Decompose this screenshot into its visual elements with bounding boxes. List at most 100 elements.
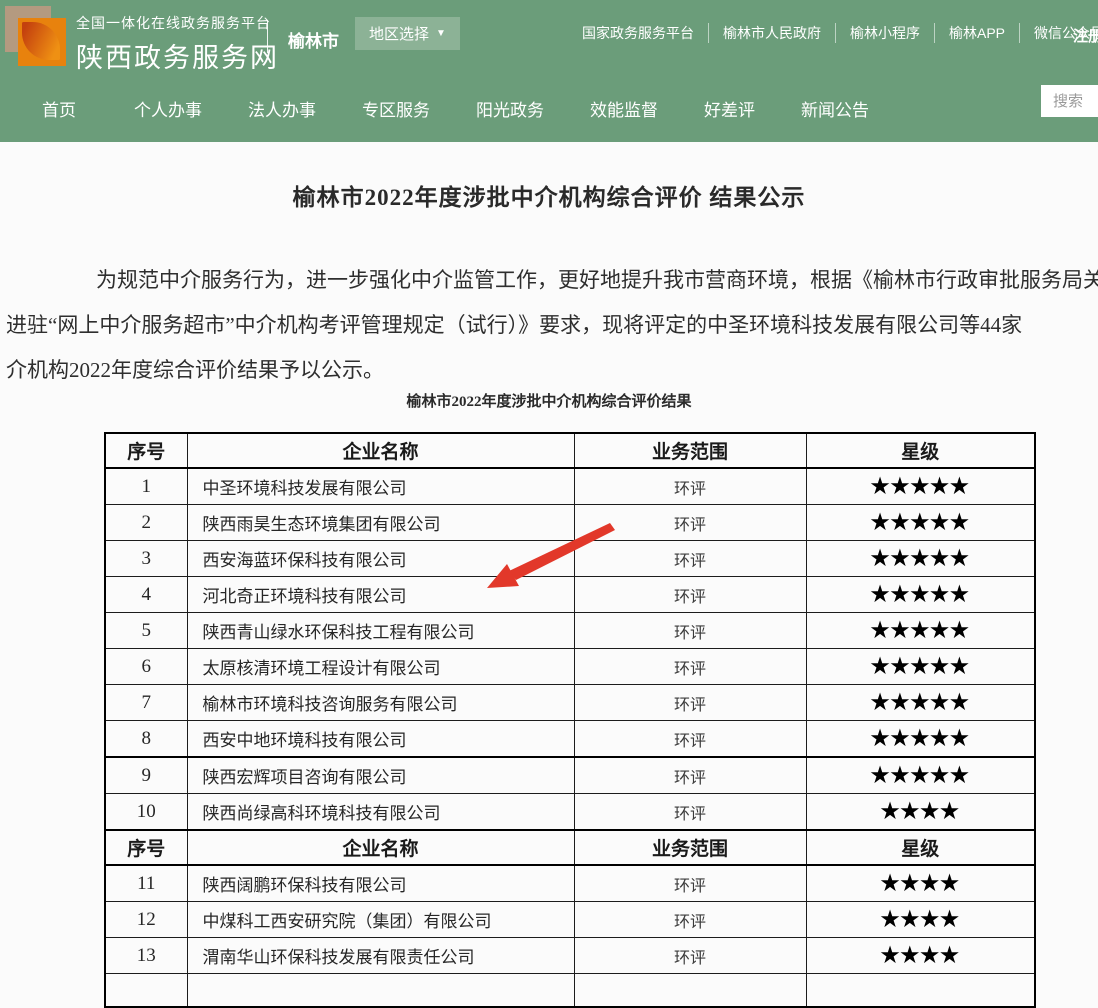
table-cell: 陕西阔鹏环保科技有限公司 (187, 865, 574, 902)
nav-item[interactable]: 好差评 (704, 96, 755, 121)
table-caption: 榆林市2022年度涉批中介机构综合评价结果 (0, 390, 1098, 411)
table-cell: 陕西尚绿高科环境科技有限公司 (187, 794, 574, 831)
table-cell: 西安海蓝环保科技有限公司 (187, 541, 574, 577)
top-link[interactable]: 榆林市人民政府 (708, 23, 835, 43)
table-cell: 13 (105, 938, 187, 974)
table-cell: 环评 (574, 757, 806, 794)
top-link[interactable]: 国家政务服务平台 (568, 23, 708, 43)
site-logo (5, 6, 67, 68)
table-header-cell: 序号 (105, 830, 187, 865)
table-cell: 渭南华山环保科技发展有限责任公司 (187, 938, 574, 974)
page-title: 榆林市2022年度涉批中介机构综合评价 结果公示 (0, 178, 1098, 212)
table-cell: 4 (105, 577, 187, 613)
top-link[interactable]: 榆林APP (934, 23, 1019, 43)
table-cell: ★★★★ (806, 938, 1035, 974)
page: { "brand": { "platform": "全国一体化在线政务服务平台"… (0, 0, 1098, 947)
platform-name: 全国一体化在线政务服务平台 (76, 13, 279, 33)
table-cell: 陕西宏辉项目咨询有限公司 (187, 757, 574, 794)
table-cell: 环评 (574, 721, 806, 758)
nav-item[interactable]: 法人办事 (248, 96, 316, 121)
table-header-cell: 企业名称 (187, 830, 574, 865)
table-cell: 10 (105, 794, 187, 831)
table-row: 5陕西青山绿水环保科技工程有限公司环评★★★★★ (105, 613, 1035, 649)
table-cell: 7 (105, 685, 187, 721)
table-row: 11陕西阔鹏环保科技有限公司环评★★★★ (105, 865, 1035, 902)
table-cell: 河北奇正环境科技有限公司 (187, 577, 574, 613)
table-row: 13渭南华山环保科技发展有限责任公司环评★★★★ (105, 938, 1035, 974)
table-cell: ★★★★★ (806, 541, 1035, 577)
paragraph-line: 介机构2022年度综合评价结果予以公示。 (6, 348, 1098, 393)
table-cell: 环评 (574, 505, 806, 541)
table-cell: 太原核清环境工程设计有限公司 (187, 649, 574, 685)
main-nav-bar: 首页 个人办事 法人办事 专区服务 阳光政务 效能监督 好差评 新闻公告 (0, 75, 1098, 142)
table-row: 6太原核清环境工程设计有限公司环评★★★★★ (105, 649, 1035, 685)
caret-down-icon: ▼ (436, 29, 446, 39)
table-row: 1中圣环境科技发展有限公司环评★★★★★ (105, 468, 1035, 505)
table-cell: 1 (105, 468, 187, 505)
nav-item[interactable]: 个人办事 (134, 96, 202, 121)
table-header-cell: 企业名称 (187, 433, 574, 468)
table-header-row: 序号企业名称业务范围星级 (105, 830, 1035, 865)
site-name: 陕西政务服务网 (76, 36, 279, 75)
nav-item[interactable]: 首页 (42, 96, 76, 121)
search-input[interactable] (1041, 85, 1098, 117)
table-cell (574, 974, 806, 1008)
announcement-document: 榆林市2022年度涉批中介机构综合评价 结果公示 为规范中介服务行为，进一步强化… (0, 142, 1098, 947)
table-header-cell: 星级 (806, 830, 1035, 865)
table-cell: 环评 (574, 902, 806, 938)
table-cell: 环评 (574, 613, 806, 649)
table-header-cell: 序号 (105, 433, 187, 468)
brand-divider (267, 20, 268, 53)
table-row: 2陕西雨昊生态环境集团有限公司环评★★★★★ (105, 505, 1035, 541)
table-header-cell: 业务范围 (574, 830, 806, 865)
table-cell: 环评 (574, 938, 806, 974)
table-header-cell: 业务范围 (574, 433, 806, 468)
table-row: 10陕西尚绿高科环境科技有限公司环评★★★★ (105, 794, 1035, 831)
paragraph-line: 为规范中介服务行为，进一步强化中介监管工作，更好地提升我市营商环境，根据《榆林市… (6, 258, 1098, 303)
table-cell: ★★★★★ (806, 577, 1035, 613)
table-row: 8西安中地环境科技有限公司环评★★★★★ (105, 721, 1035, 758)
table-cell: 9 (105, 757, 187, 794)
register-link[interactable]: 注册 (1073, 25, 1098, 46)
table-cell: ★★★★★ (806, 721, 1035, 758)
table-cell: 中煤科工西安研究院（集团）有限公司 (187, 902, 574, 938)
table-cell: ★★★★★ (806, 757, 1035, 794)
nav-item[interactable]: 阳光政务 (476, 96, 544, 121)
table-cell: 3 (105, 541, 187, 577)
top-link[interactable]: 榆林小程序 (835, 23, 934, 43)
table-cell: 环评 (574, 794, 806, 831)
results-table: 序号企业名称业务范围星级1中圣环境科技发展有限公司环评★★★★★2陕西雨昊生态环… (104, 432, 1036, 1008)
table-cell: 11 (105, 865, 187, 902)
table-cell: ★★★★ (806, 865, 1035, 902)
table-cell: 6 (105, 649, 187, 685)
table-row: 7榆林市环境科技咨询服务有限公司环评★★★★★ (105, 685, 1035, 721)
region-select-label: 地区选择 (369, 23, 429, 44)
table-cell: 西安中地环境科技有限公司 (187, 721, 574, 758)
table-cell (105, 974, 187, 1008)
table-cell: ★★★★★ (806, 613, 1035, 649)
table-cell: 环评 (574, 541, 806, 577)
table-cell: 中圣环境科技发展有限公司 (187, 468, 574, 505)
region-select-button[interactable]: 地区选择 ▼ (355, 17, 460, 50)
table-cell: 环评 (574, 685, 806, 721)
table-cell: 环评 (574, 577, 806, 613)
table-row: 4河北奇正环境科技有限公司环评★★★★★ (105, 577, 1035, 613)
nav-item[interactable]: 专区服务 (362, 96, 430, 121)
table-cell: 8 (105, 721, 187, 758)
nav-item[interactable]: 效能监督 (590, 96, 658, 121)
table-row (105, 974, 1035, 1008)
table-cell: ★★★★★ (806, 649, 1035, 685)
table-row: 9陕西宏辉项目咨询有限公司环评★★★★★ (105, 757, 1035, 794)
table-cell: 榆林市环境科技咨询服务有限公司 (187, 685, 574, 721)
table-header-cell: 星级 (806, 433, 1035, 468)
table-header-row: 序号企业名称业务范围星级 (105, 433, 1035, 468)
table-cell: 陕西青山绿水环保科技工程有限公司 (187, 613, 574, 649)
table-cell (806, 974, 1035, 1008)
table-cell: 2 (105, 505, 187, 541)
table-row: 3西安海蓝环保科技有限公司环评★★★★★ (105, 541, 1035, 577)
table-cell: 环评 (574, 468, 806, 505)
nav-item[interactable]: 新闻公告 (801, 96, 869, 121)
table-row: 12中煤科工西安研究院（集团）有限公司环评★★★★ (105, 902, 1035, 938)
brand-block: 全国一体化在线政务服务平台 陕西政务服务网 (76, 13, 279, 75)
table-cell: ★★★★★ (806, 685, 1035, 721)
